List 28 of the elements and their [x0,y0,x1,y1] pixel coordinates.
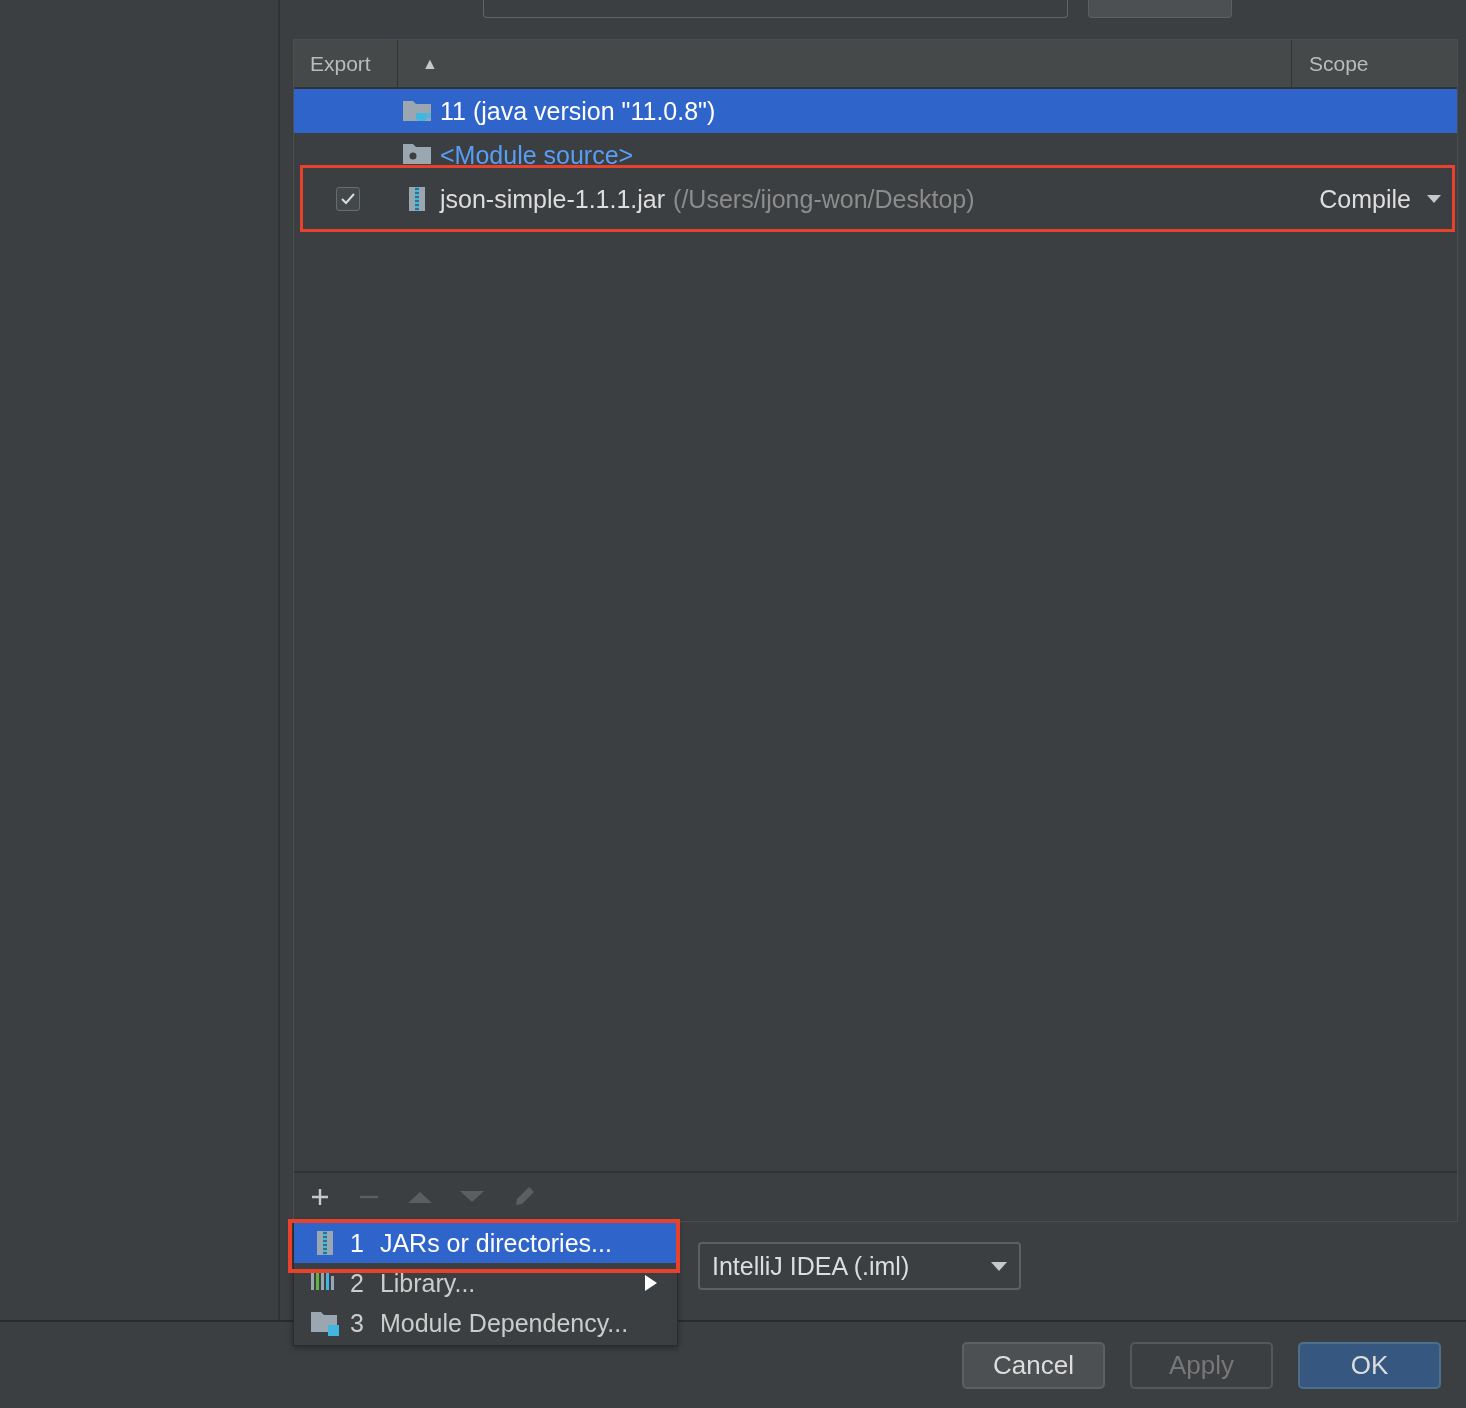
table-row[interactable]: 11 (java version "11.0.8") [294,89,1457,133]
menu-item[interactable]: 1 JARs or directories... [294,1223,677,1263]
table-row[interactable]: json-simple-1.1.1.jar (/Users/ijong-won/Desktop) Compile [294,177,1457,221]
shortcut-number: 3 [350,1308,364,1338]
jar-icon [315,1230,335,1256]
module-folder-icon [310,1310,340,1336]
dialog-button[interactable]: Cancel [962,1341,1105,1389]
shortcut-number: 1 [350,1228,364,1258]
checkbox[interactable] [336,187,360,211]
source-label: <Module source> [440,140,634,170]
check-icon [341,193,355,205]
format-dropdown[interactable]: IntelliJ IDEA (.iml) [698,1242,1021,1290]
menu-item[interactable]: 2 Library... [294,1263,677,1303]
shortcut-number: 2 [350,1268,364,1298]
column-header[interactable]: Scope [1292,40,1457,87]
table-row[interactable]: <Module source> [294,133,1457,177]
dependency-path: (/Users/ijong-won/Desktop) [673,184,975,214]
caret-icon [1427,195,1441,203]
scope-dropdown[interactable]: Compile [1319,184,1457,214]
dependency-name: json-simple-1.1.1.jar [440,184,666,214]
column-header[interactable]: Export [294,40,398,87]
jar-icon [407,186,427,212]
add-icon[interactable] [310,1187,330,1207]
dialog-button[interactable]: OK [1298,1341,1441,1389]
menu-item[interactable]: 3 Module Dependency... [294,1303,677,1343]
dependency-name: 11 (java version "11.0.8") [440,96,716,126]
folder-cup-icon [402,98,432,124]
caret-icon [991,1261,1007,1271]
